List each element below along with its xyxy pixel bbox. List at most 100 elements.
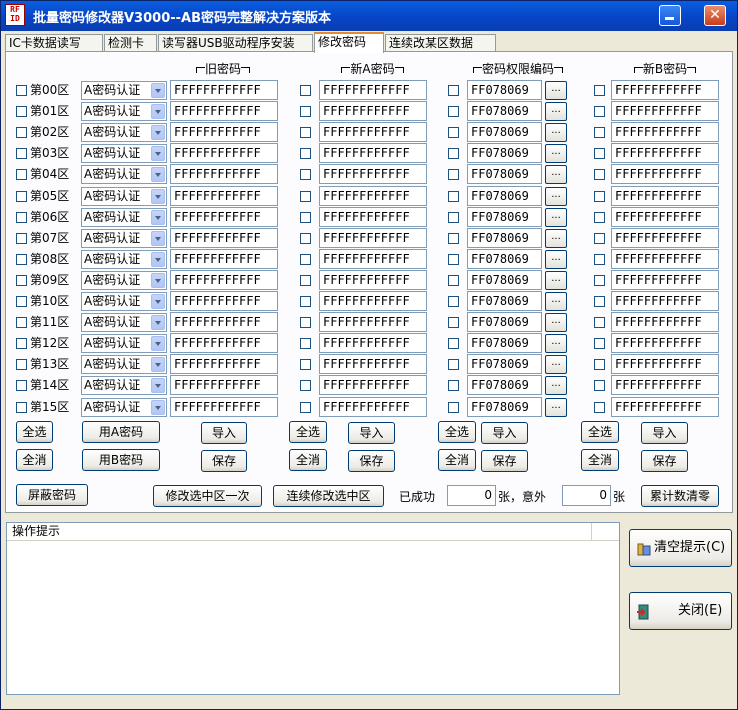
new-b-checkbox[interactable] [594,296,605,307]
new-b-password-field[interactable]: FFFFFFFFFFFF [611,122,719,142]
use-a-password-button[interactable]: 用A密码 [82,421,160,443]
auth-type-select[interactable]: A密码认证 [81,376,167,395]
auth-type-select[interactable]: A密码认证 [81,313,167,332]
new-a-checkbox[interactable] [300,148,311,159]
access-bits-edit-button[interactable]: ... [545,81,567,100]
auth-type-select[interactable]: A密码认证 [81,398,167,417]
new-a-checkbox[interactable] [300,191,311,202]
chevron-down-icon[interactable] [151,378,165,393]
new-a-password-field[interactable]: FFFFFFFFFFFF [319,143,427,163]
access-checkbox[interactable] [448,233,459,244]
access-bits-edit-button[interactable]: ... [545,123,567,142]
chevron-down-icon[interactable] [151,210,165,225]
new-b-password-field[interactable]: FFFFFFFFFFFF [611,249,719,269]
new-a-checkbox[interactable] [300,359,311,370]
new-b-checkbox[interactable] [594,317,605,328]
access-bits-field[interactable]: FF078069 [467,186,542,206]
use-b-password-button[interactable]: 用B密码 [82,449,160,471]
auth-type-select[interactable]: A密码认证 [81,334,167,353]
access-checkbox[interactable] [448,148,459,159]
tab-5[interactable]: 连续改某区数据 [385,34,496,52]
new-a-password-field[interactable]: FFFFFFFFFFFF [319,207,427,227]
access-checkbox[interactable] [448,191,459,202]
auth-type-select[interactable]: A密码认证 [81,271,167,290]
operation-log[interactable]: 操作提示 [6,522,620,695]
save-new-b-button[interactable]: 保存 [641,450,688,472]
old-password-field[interactable]: FFFFFFFFFFFF [170,122,278,142]
new-a-password-field[interactable]: FFFFFFFFFFFF [319,249,427,269]
new-b-password-field[interactable]: FFFFFFFFFFFF [611,333,719,353]
unexpected-count-field[interactable]: 0 [562,485,611,506]
new-a-password-field[interactable]: FFFFFFFFFFFF [319,312,427,332]
access-bits-edit-button[interactable]: ... [545,187,567,206]
import-access-button[interactable]: 导入 [481,422,528,444]
old-password-field[interactable]: FFFFFFFFFFFF [170,354,278,374]
minimize-button[interactable] [659,5,681,26]
new-b-password-field[interactable]: FFFFFFFFFFFF [611,101,719,121]
tab-1[interactable]: IC卡数据读写 [5,34,103,52]
new-a-password-field[interactable]: FFFFFFFFFFFF [319,228,427,248]
access-bits-field[interactable]: FF078069 [467,397,542,417]
close-button[interactable]: 关闭(E) [629,592,732,630]
deselect-all-new-b-button[interactable]: 全消 [581,449,619,471]
sector-checkbox[interactable] [16,127,27,138]
title-bar[interactable]: RF ID 批量密码修改器V3000--AB密码完整解决方案版本 ✕ [1,1,737,31]
access-checkbox[interactable] [448,106,459,117]
access-bits-edit-button[interactable]: ... [545,355,567,374]
new-a-checkbox[interactable] [300,212,311,223]
new-b-password-field[interactable]: FFFFFFFFFFFF [611,312,719,332]
auth-type-select[interactable]: A密码认证 [81,187,167,206]
select-all-access-button[interactable]: 全选 [438,421,476,443]
access-checkbox[interactable] [448,402,459,413]
new-b-checkbox[interactable] [594,402,605,413]
new-b-checkbox[interactable] [594,169,605,180]
access-bits-field[interactable]: FF078069 [467,291,542,311]
sector-checkbox[interactable] [16,169,27,180]
access-checkbox[interactable] [448,85,459,96]
new-a-password-field[interactable]: FFFFFFFFFFFF [319,80,427,100]
new-b-password-field[interactable]: FFFFFFFFFFFF [611,80,719,100]
auth-type-select[interactable]: A密码认证 [81,292,167,311]
access-bits-field[interactable]: FF078069 [467,122,542,142]
tab-3[interactable]: 读写器USB驱动程序安装 [158,34,313,52]
new-a-checkbox[interactable] [300,380,311,391]
deselect-all-sectors-button[interactable]: 全消 [16,449,53,471]
access-bits-field[interactable]: FF078069 [467,228,542,248]
chevron-down-icon[interactable] [151,400,165,415]
new-a-password-field[interactable]: FFFFFFFFFFFF [319,291,427,311]
access-bits-edit-button[interactable]: ... [545,102,567,121]
new-b-checkbox[interactable] [594,212,605,223]
sector-checkbox[interactable] [16,275,27,286]
access-checkbox[interactable] [448,169,459,180]
sector-checkbox[interactable] [16,296,27,307]
sector-checkbox[interactable] [16,317,27,328]
access-bits-field[interactable]: FF078069 [467,207,542,227]
new-a-checkbox[interactable] [300,338,311,349]
deselect-all-new-a-button[interactable]: 全消 [289,449,327,471]
new-b-checkbox[interactable] [594,233,605,244]
select-all-sectors-button[interactable]: 全选 [16,421,53,443]
chevron-down-icon[interactable] [151,294,165,309]
chevron-down-icon[interactable] [151,167,165,182]
access-bits-edit-button[interactable]: ... [545,165,567,184]
new-b-checkbox[interactable] [594,380,605,391]
new-a-password-field[interactable]: FFFFFFFFFFFF [319,397,427,417]
new-b-checkbox[interactable] [594,359,605,370]
new-a-password-field[interactable]: FFFFFFFFFFFF [319,122,427,142]
access-bits-field[interactable]: FF078069 [467,375,542,395]
sector-checkbox[interactable] [16,338,27,349]
new-a-checkbox[interactable] [300,85,311,96]
chevron-down-icon[interactable] [151,104,165,119]
new-b-password-field[interactable]: FFFFFFFFFFFF [611,207,719,227]
access-checkbox[interactable] [448,212,459,223]
chevron-down-icon[interactable] [151,146,165,161]
import-old-button[interactable]: 导入 [201,422,247,444]
old-password-field[interactable]: FFFFFFFFFFFF [170,143,278,163]
old-password-field[interactable]: FFFFFFFFFFFF [170,375,278,395]
reset-counters-button[interactable]: 累计数清零 [641,485,719,507]
new-a-checkbox[interactable] [300,106,311,117]
new-b-checkbox[interactable] [594,127,605,138]
chevron-down-icon[interactable] [151,357,165,372]
new-a-password-field[interactable]: FFFFFFFFFFFF [319,101,427,121]
access-bits-edit-button[interactable]: ... [545,292,567,311]
